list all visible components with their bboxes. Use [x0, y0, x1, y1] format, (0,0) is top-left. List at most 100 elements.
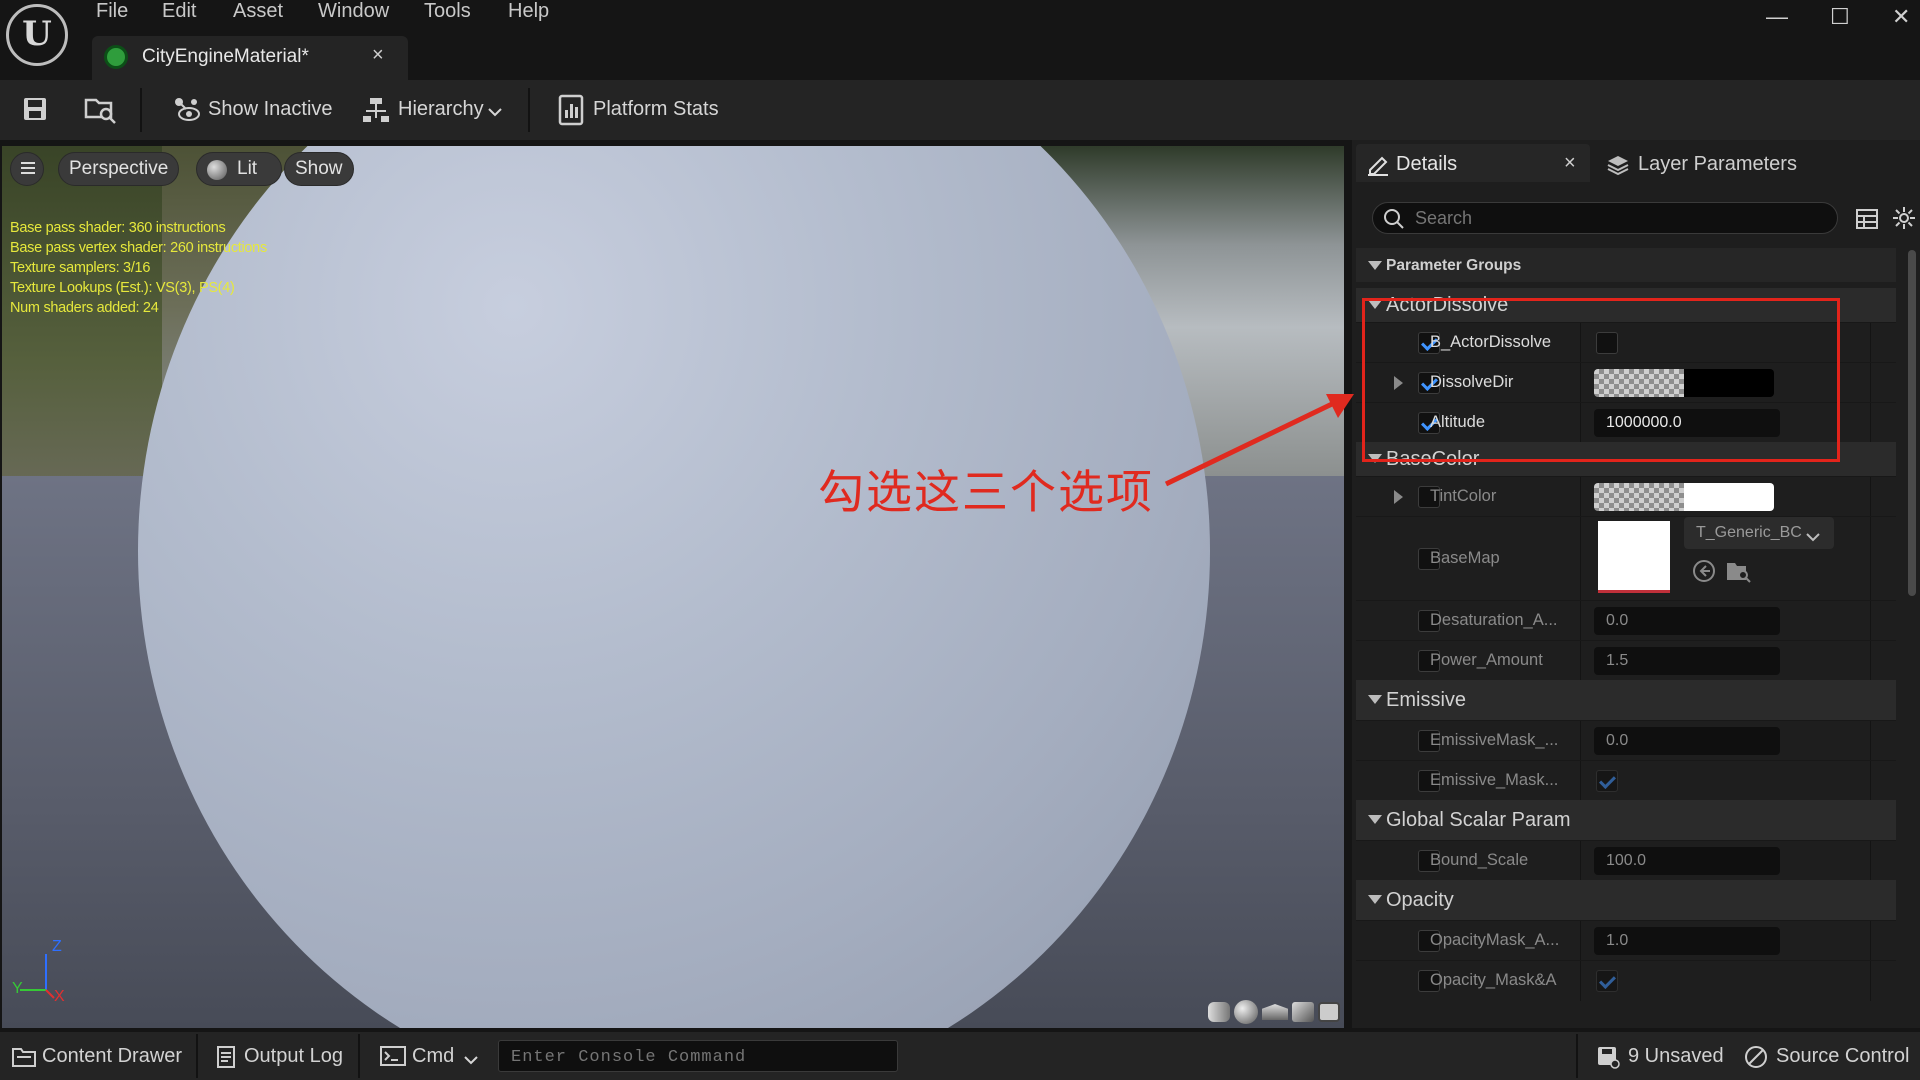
- tab-details[interactable]: Details ×: [1356, 144, 1590, 182]
- shader-stat-line: Base pass vertex shader: 260 instruction…: [10, 240, 267, 256]
- menu-edit[interactable]: Edit: [162, 0, 196, 22]
- column-divider: [1580, 961, 1581, 1001]
- chevron-down-icon: [488, 104, 502, 117]
- preview-shape-selector[interactable]: [1208, 1000, 1340, 1024]
- toolbar-separator: [140, 88, 142, 132]
- cylinder-shape-icon[interactable]: [1208, 1002, 1230, 1022]
- maximize-button[interactable]: ☐: [1830, 4, 1850, 30]
- layers-icon: [1606, 154, 1630, 176]
- output-log-button[interactable]: Output Log: [244, 1045, 343, 1068]
- menu-asset[interactable]: Asset: [233, 0, 283, 22]
- lit-icon: [207, 160, 227, 180]
- unsaved-icon: [1596, 1045, 1620, 1069]
- details-scrollbar[interactable]: [1908, 250, 1916, 596]
- value-checkbox[interactable]: [1596, 770, 1618, 792]
- param-row-emissivemask: EmissiveMask_... 0.0: [1356, 720, 1896, 761]
- close-window-button[interactable]: ✕: [1892, 4, 1910, 30]
- expand-arrow-icon[interactable]: [1394, 490, 1403, 504]
- collapse-arrow-icon: [1368, 261, 1382, 270]
- param-label: Bound_Scale: [1430, 851, 1529, 869]
- status-bar: Content Drawer Output Log Cmd 9 Unsaved …: [0, 1032, 1920, 1080]
- use-selected-asset-icon[interactable]: [1692, 559, 1716, 583]
- tab-close-icon[interactable]: ×: [372, 44, 384, 67]
- menu-window[interactable]: Window: [318, 0, 389, 22]
- details-search[interactable]: [1372, 202, 1838, 234]
- value-field[interactable]: 1.5: [1594, 647, 1780, 675]
- column-divider: [1870, 921, 1871, 961]
- parameter-groups-label: Parameter Groups: [1386, 257, 1522, 274]
- content-drawer-button[interactable]: Content Drawer: [42, 1045, 182, 1068]
- param-row-emissive-mask-switch: Emissive_Mask...: [1356, 760, 1896, 801]
- shader-stat-line: Texture Lookups (Est.): VS(3), PS(4): [10, 280, 235, 296]
- cmd-dropdown[interactable]: Cmd: [412, 1045, 454, 1068]
- custom-mesh-icon[interactable]: [1318, 1002, 1340, 1022]
- param-row-opacitymask: OpacityMask_A... 1.0: [1356, 920, 1896, 961]
- perspective-button[interactable]: Perspective: [58, 152, 180, 186]
- column-divider: [1580, 641, 1581, 681]
- group-global-scalar-param[interactable]: Global Scalar Param: [1356, 800, 1896, 840]
- column-divider: [1870, 641, 1871, 681]
- material-preview-viewport[interactable]: Perspective Lit Show Base pass shader: 3…: [2, 146, 1344, 1028]
- settings-gear-icon[interactable]: [1892, 206, 1916, 230]
- value-field[interactable]: 0.0: [1594, 727, 1780, 755]
- param-row-tintcolor: TintColor: [1356, 476, 1896, 517]
- search-input[interactable]: [1415, 207, 1815, 229]
- chevron-down-icon: [464, 1052, 478, 1065]
- viewport-menu-button[interactable]: [10, 152, 44, 186]
- tab-layer-parameters[interactable]: Layer Parameters: [1638, 153, 1797, 176]
- group-opacity[interactable]: Opacity: [1356, 880, 1896, 920]
- value-checkbox[interactable]: [1596, 970, 1618, 992]
- menu-tools[interactable]: Tools: [424, 0, 471, 22]
- unreal-logo-icon[interactable]: U: [6, 4, 68, 66]
- color-swatch-alpha[interactable]: [1594, 483, 1684, 511]
- console-command-box[interactable]: [498, 1040, 898, 1072]
- lit-label: Lit: [237, 158, 258, 179]
- texture-thumbnail[interactable]: [1598, 521, 1670, 593]
- cube-shape-icon[interactable]: [1292, 1002, 1314, 1022]
- sphere-shape-icon[interactable]: [1234, 1000, 1258, 1024]
- param-label: EmissiveMask_...: [1430, 731, 1559, 749]
- menu-file[interactable]: File: [96, 0, 128, 22]
- details-panel: Details × Layer Parameters Parameter Gro…: [1352, 140, 1920, 1028]
- console-command-input[interactable]: [511, 1046, 881, 1068]
- statusbar-separator: [196, 1034, 198, 1078]
- parameter-groups-header[interactable]: Parameter Groups: [1356, 248, 1896, 282]
- source-control-button[interactable]: Source Control: [1776, 1045, 1909, 1068]
- param-label: Power_Amount: [1430, 651, 1543, 669]
- column-divider: [1580, 477, 1581, 517]
- minimize-button[interactable]: —: [1766, 4, 1788, 30]
- toolbar-separator: [528, 88, 530, 132]
- lit-button[interactable]: Lit: [196, 152, 282, 186]
- value-field[interactable]: 1.0: [1594, 927, 1780, 955]
- title-bar: U File Edit Asset Window Tools Help City…: [0, 0, 1920, 80]
- save-icon[interactable]: [22, 96, 48, 122]
- column-divider: [1870, 761, 1871, 801]
- param-row-opacity-mask-switch: Opacity_Mask&A: [1356, 960, 1896, 1001]
- value-field[interactable]: 100.0: [1594, 847, 1780, 875]
- column-divider: [1580, 921, 1581, 961]
- hierarchy-button[interactable]: Hierarchy: [398, 98, 484, 121]
- column-divider: [1870, 403, 1871, 443]
- param-label: Desaturation_A...: [1430, 611, 1558, 629]
- annotation-arrow: [1164, 394, 1354, 487]
- show-button[interactable]: Show: [284, 152, 354, 186]
- browse-asset-icon[interactable]: [1726, 559, 1752, 583]
- column-divider: [1580, 517, 1581, 601]
- tab-details-label: Details: [1396, 153, 1458, 175]
- table-view-icon[interactable]: [1856, 208, 1878, 230]
- platform-stats-button[interactable]: Platform Stats: [593, 98, 719, 121]
- browse-asset-icon[interactable]: [84, 94, 118, 124]
- group-emissive[interactable]: Emissive: [1356, 680, 1896, 720]
- tab-title: CityEngineMaterial*: [142, 46, 309, 67]
- unsaved-button[interactable]: 9 Unsaved: [1628, 1045, 1724, 1068]
- column-divider: [1870, 721, 1871, 761]
- menu-help[interactable]: Help: [508, 0, 549, 22]
- chevron-down-icon: [1806, 529, 1820, 542]
- group-label: Emissive: [1386, 689, 1467, 711]
- value-field[interactable]: 0.0: [1594, 607, 1780, 635]
- details-close-icon[interactable]: ×: [1564, 152, 1576, 175]
- show-inactive-button[interactable]: Show Inactive: [208, 98, 333, 121]
- color-swatch[interactable]: [1684, 483, 1774, 511]
- plane-shape-icon[interactable]: [1262, 1004, 1288, 1020]
- document-tab[interactable]: CityEngineMaterial* ×: [92, 36, 408, 80]
